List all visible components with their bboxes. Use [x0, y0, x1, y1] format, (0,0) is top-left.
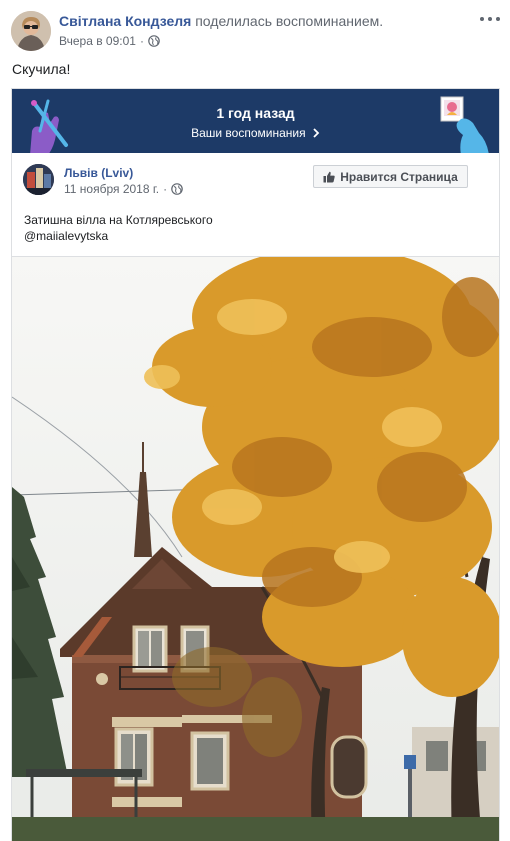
- author-avatar[interactable]: [11, 11, 51, 51]
- globe-icon[interactable]: [148, 35, 160, 47]
- post-timestamp[interactable]: Вчера в 09:01: [59, 34, 136, 48]
- post-header: Світлана Кондзеля поделилась воспоминани…: [0, 0, 510, 56]
- page-name[interactable]: Львів (Lviv): [64, 166, 133, 180]
- page-avatar[interactable]: [23, 164, 54, 195]
- memory-card: 1 год назад Ваши воспоминания Львів (Lvi…: [11, 88, 500, 841]
- meta-separator: ·: [163, 182, 168, 196]
- memory-banner[interactable]: 1 год назад Ваши воспоминания: [12, 89, 499, 153]
- memory-link[interactable]: Ваши воспоминания: [12, 126, 499, 140]
- post-meta: Вчера в 09:01 ·: [59, 34, 160, 48]
- memory-title: 1 год назад: [216, 105, 295, 121]
- hand-holding-photo-icon: [440, 96, 489, 153]
- chevron-right-icon: [313, 128, 320, 138]
- shared-post-meta: 11 ноября 2018 г. ·: [64, 182, 183, 196]
- post-text: Скучила!: [12, 61, 71, 77]
- meta-separator: ·: [139, 34, 144, 48]
- caption-line: Затишна вілла на Котляревського: [24, 213, 213, 227]
- memory-link-label: Ваши воспоминания: [191, 126, 306, 140]
- hand-crossed-fingers-icon: [30, 99, 68, 153]
- like-page-label: Нравится Страница: [340, 169, 458, 184]
- author-line: Світлана Кондзеля поделилась воспоминани…: [59, 13, 383, 29]
- caption-mention[interactable]: @maiialevytska: [24, 228, 213, 244]
- memory-photo[interactable]: [12, 257, 499, 841]
- shared-caption: Затишна вілла на Котляревського @maiiale…: [24, 212, 213, 244]
- globe-icon[interactable]: [171, 183, 183, 195]
- shared-post: Львів (Lviv) 11 ноября 2018 г. · Нравитс…: [12, 153, 499, 257]
- thumbs-up-icon: [323, 171, 335, 182]
- like-page-button[interactable]: Нравится Страница: [313, 165, 468, 188]
- post-action-text: поделилась воспоминанием.: [195, 13, 384, 29]
- author-name[interactable]: Світлана Кондзеля: [59, 13, 191, 29]
- shared-post-date[interactable]: 11 ноября 2018 г.: [64, 182, 159, 196]
- more-options-icon[interactable]: [480, 14, 500, 24]
